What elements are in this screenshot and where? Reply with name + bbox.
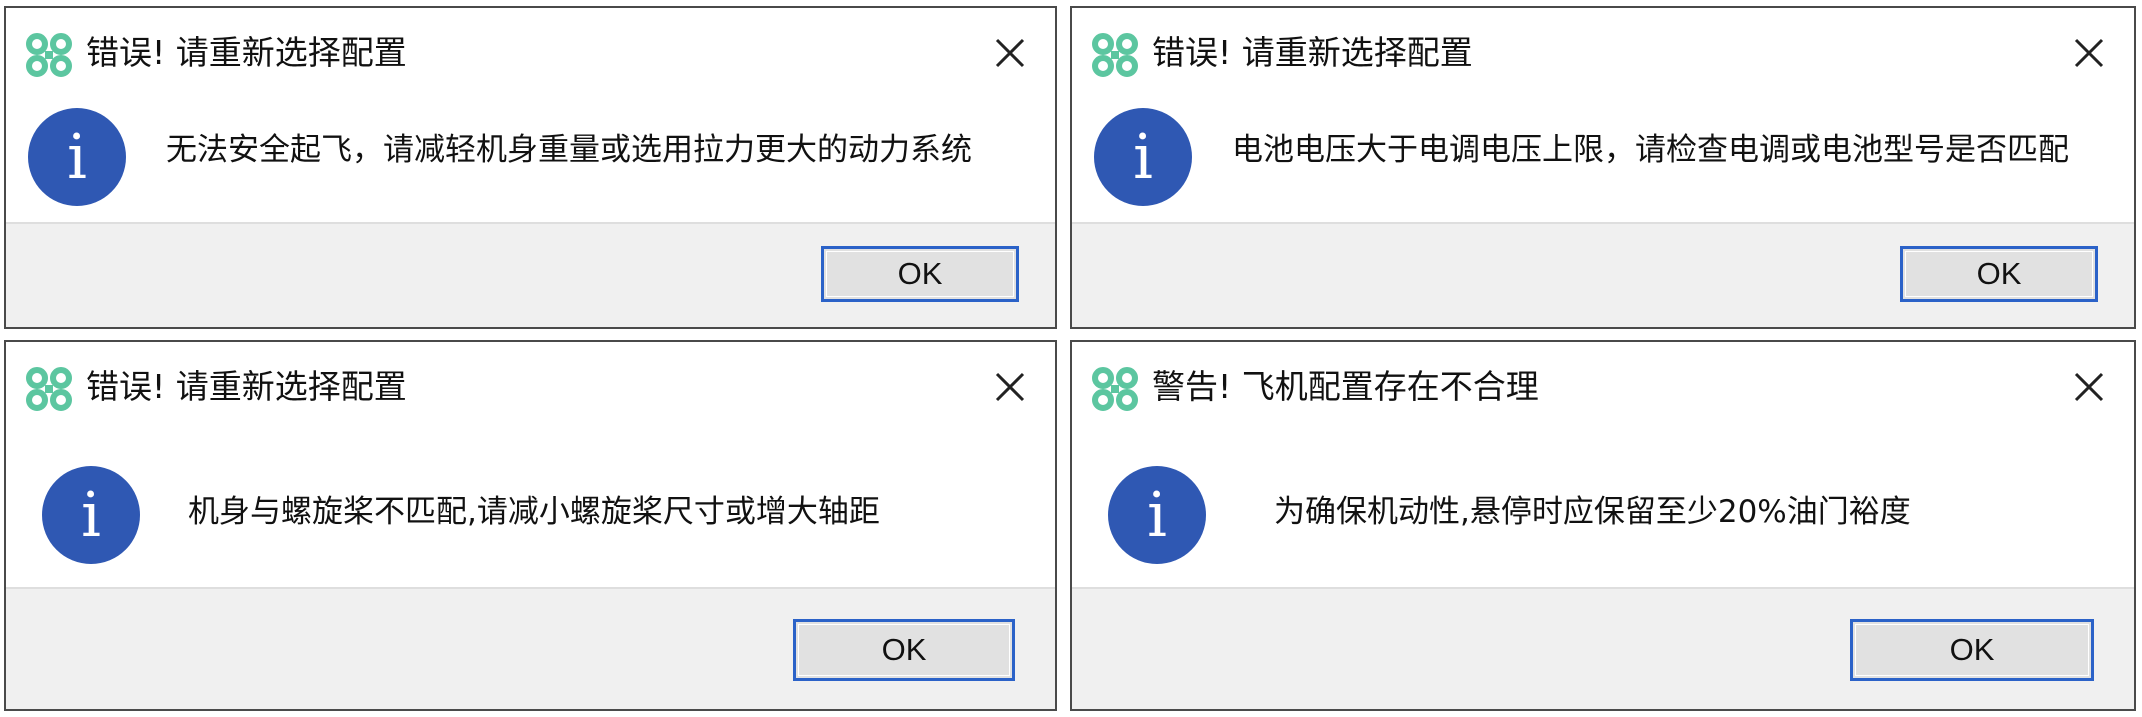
info-glyph: i — [1147, 478, 1167, 551]
title-bar[interactable]: 错误! 请重新选择配置 — [1072, 8, 2134, 100]
dialog-footer: OK — [6, 222, 1055, 327]
close-icon[interactable] — [993, 370, 1027, 404]
error-dialog-3: 错误! 请重新选择配置 i 机身与螺旋桨不匹配,请减小螺旋桨尺寸或增大轴距 OK — [4, 340, 1057, 711]
dialog-message: 为确保机动性,悬停时应保留至少20%油门裕度 — [1274, 494, 1911, 530]
info-glyph: i — [1133, 120, 1153, 193]
dialog-message: 无法安全起飞，请减轻机身重量或选用拉力更大的动力系统 — [166, 132, 972, 168]
dialog-message: 机身与螺旋桨不匹配,请减小螺旋桨尺寸或增大轴距 — [188, 494, 880, 530]
drone-logo-icon — [1092, 33, 1138, 77]
dialog-footer: OK — [6, 587, 1055, 709]
dialog-footer: OK — [1072, 587, 2134, 709]
ok-button[interactable]: OK — [821, 246, 1019, 302]
drone-logo-icon — [1092, 367, 1138, 411]
drone-logo-icon — [26, 33, 72, 77]
info-icon: i — [28, 108, 126, 206]
close-icon[interactable] — [993, 36, 1027, 70]
info-glyph: i — [81, 478, 101, 551]
dialog-title: 错误! 请重新选择配置 — [86, 33, 407, 72]
title-bar[interactable]: 警告! 飞机配置存在不合理 — [1072, 342, 2134, 434]
drone-logo-icon — [26, 367, 72, 411]
ok-button[interactable]: OK — [1900, 246, 2098, 302]
dialog-title: 警告! 飞机配置存在不合理 — [1152, 367, 1539, 406]
dialog-title: 错误! 请重新选择配置 — [1152, 33, 1473, 72]
dialog-footer: OK — [1072, 222, 2134, 327]
ok-button[interactable]: OK — [793, 619, 1015, 681]
title-bar[interactable]: 错误! 请重新选择配置 — [6, 342, 1055, 434]
warning-dialog: 警告! 飞机配置存在不合理 i 为确保机动性,悬停时应保留至少20%油门裕度 O… — [1070, 340, 2136, 711]
info-icon: i — [42, 466, 140, 564]
ok-button[interactable]: OK — [1850, 619, 2094, 681]
error-dialog-1: 错误! 请重新选择配置 i 无法安全起飞，请减轻机身重量或选用拉力更大的动力系统… — [4, 6, 1057, 329]
dialog-title: 错误! 请重新选择配置 — [86, 367, 407, 406]
close-icon[interactable] — [2072, 370, 2106, 404]
info-icon: i — [1094, 108, 1192, 206]
close-icon[interactable] — [2072, 36, 2106, 70]
error-dialog-2: 错误! 请重新选择配置 i 电池电压大于电调电压上限，请检查电调或电池型号是否匹… — [1070, 6, 2136, 329]
title-bar[interactable]: 错误! 请重新选择配置 — [6, 8, 1055, 100]
dialog-message: 电池电压大于电调电压上限，请检查电调或电池型号是否匹配 — [1232, 132, 2069, 168]
info-icon: i — [1108, 466, 1206, 564]
info-glyph: i — [67, 120, 87, 193]
